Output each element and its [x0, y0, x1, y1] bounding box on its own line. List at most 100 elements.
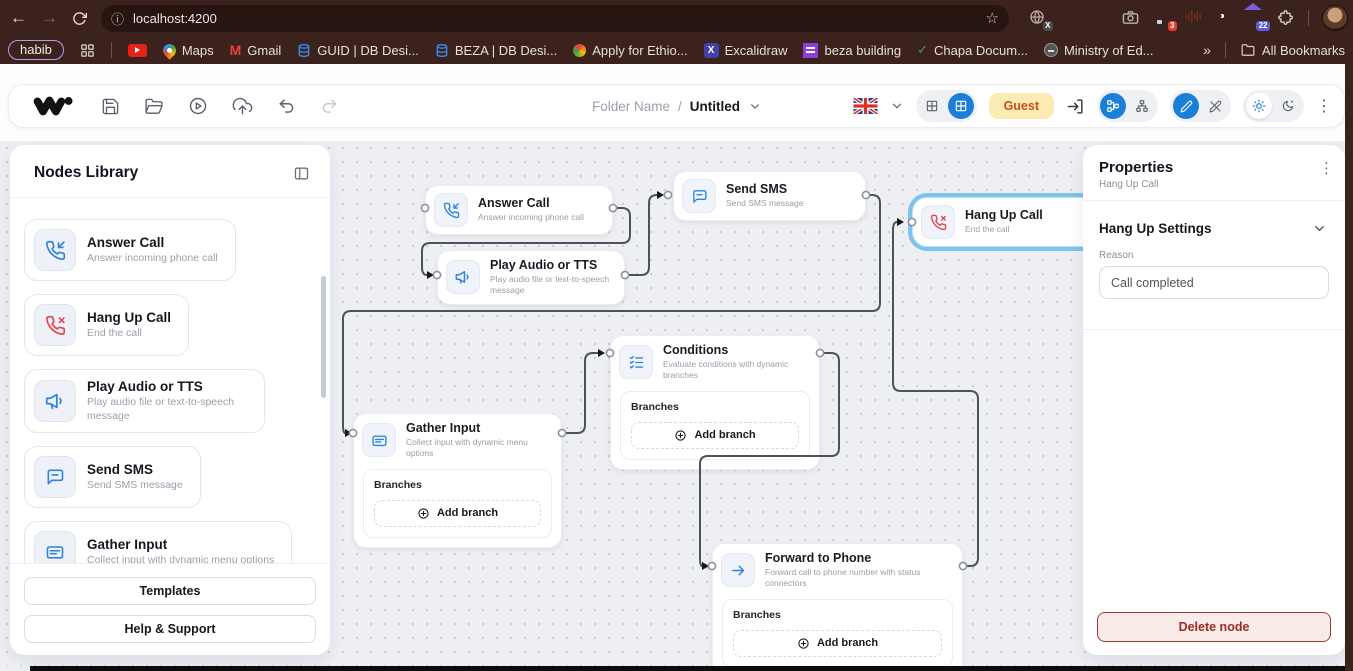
breadcrumb: Folder Name / Untitled	[592, 99, 761, 114]
bookmark-excalidraw[interactable]: XExcalidraw	[704, 43, 788, 58]
bookmark-maps[interactable]: Maps	[163, 43, 214, 58]
reason-input[interactable]	[1099, 266, 1329, 299]
bookmark-apply-ethio[interactable]: Apply for Ethio...	[573, 43, 687, 58]
app-logo	[33, 93, 75, 119]
collapse-panel-icon[interactable]	[293, 165, 310, 182]
home-badge: 22	[1256, 21, 1270, 31]
apply-icon	[573, 44, 586, 57]
node-answer-call[interactable]: Answer Call Answer incoming phone call	[425, 185, 613, 235]
chat-bubble-icon	[34, 456, 76, 498]
node-title: Conditions	[663, 343, 807, 357]
language-flag-icon[interactable]	[853, 98, 878, 114]
bookmark-youtube[interactable]	[128, 44, 147, 57]
tree-view-icon[interactable]	[1129, 93, 1155, 119]
sign-in-icon[interactable]	[1066, 97, 1085, 116]
dark-mode-moon-icon[interactable]	[1275, 93, 1301, 119]
add-branch-button[interactable]: Add branch	[631, 422, 799, 449]
node-conditions[interactable]: Conditions Evaluate conditions with dyna…	[610, 335, 820, 470]
node-subtitle: Send SMS message	[726, 198, 803, 209]
open-folder-icon[interactable]	[144, 97, 164, 116]
ministry-icon	[1044, 43, 1058, 57]
colorpicker-extension-icon[interactable]	[1091, 9, 1109, 27]
bookmark-ministry[interactable]: Ministry of Ed...	[1044, 43, 1154, 58]
database-icon	[297, 43, 311, 58]
back-icon[interactable]: ←	[10, 8, 27, 28]
app-header: Folder Name / Untitled Guest	[0, 64, 1345, 141]
properties-menu-icon[interactable]: ⋮	[1319, 159, 1331, 177]
node-forward-to-phone[interactable]: Forward to Phone Forward call to phone n…	[712, 543, 963, 666]
bookmark-chapa[interactable]: ✓Chapa Docum...	[917, 42, 1028, 58]
help-support-button[interactable]: Help & Support	[24, 615, 316, 643]
branches-label: Branches	[631, 401, 799, 413]
site-info-icon[interactable]: ⓘ	[111, 9, 124, 28]
phone-incoming-icon	[434, 193, 468, 227]
guest-badge[interactable]: Guest	[989, 93, 1054, 119]
library-item-play-audio[interactable]: Play Audio or TTS Play audio file or tex…	[24, 369, 265, 433]
ideas-extension-icon[interactable]: 3	[1153, 9, 1171, 27]
workflow-view-icon[interactable]	[1100, 93, 1126, 119]
redo-icon[interactable]	[320, 97, 339, 116]
add-branch-button[interactable]: Add branch	[374, 500, 541, 527]
database-icon	[435, 43, 449, 58]
language-chevron-icon[interactable]	[890, 99, 904, 113]
forward-icon[interactable]: →	[41, 8, 58, 28]
layout-toggle-group	[916, 90, 977, 122]
input-card-icon	[34, 531, 76, 563]
all-bookmarks-button[interactable]: All Bookmarks	[1240, 43, 1345, 58]
bookmark-habib[interactable]: habib	[8, 40, 64, 60]
library-item-answer-call[interactable]: Answer Call Answer incoming phone call	[24, 219, 236, 281]
purple-disc-extension-icon[interactable]	[1215, 9, 1233, 27]
node-subtitle: Play audio file or text-to-speech messag…	[490, 274, 612, 297]
folder-name-label[interactable]: Folder Name	[592, 99, 670, 114]
undo-icon[interactable]	[277, 97, 296, 116]
bookmark-guid-db[interactable]: GUID | DB Desi...	[297, 43, 419, 58]
node-subtitle: Forward call to phone number with status…	[765, 567, 950, 590]
megaphone-icon	[446, 260, 480, 294]
library-item-gather-input[interactable]: Gather Input Collect input with dynamic …	[24, 521, 292, 563]
library-item-hang-up-call[interactable]: Hang Up Call End the call	[24, 294, 189, 356]
file-chevron-down-icon[interactable]	[748, 100, 761, 113]
edit-mode-group	[1170, 90, 1231, 122]
screenshot-extension-icon[interactable]	[1122, 9, 1140, 27]
save-icon[interactable]	[101, 97, 120, 116]
address-bar[interactable]: ⓘ localhost:4200 ☆	[101, 5, 1009, 32]
apps-grid-icon[interactable]	[80, 43, 95, 58]
extensions-puzzle-icon[interactable]	[1277, 9, 1295, 27]
bookmark-gmail[interactable]: MGmail	[230, 42, 282, 58]
light-mode-sun-icon[interactable]	[1246, 93, 1272, 119]
checklist-icon	[619, 345, 653, 379]
no-edit-icon[interactable]	[1202, 93, 1228, 119]
copy-pages-extension-icon[interactable]	[1060, 9, 1078, 27]
node-subtitle: Answer incoming phone call	[478, 212, 584, 223]
run-flow-icon[interactable]	[188, 96, 208, 116]
bookmark-beza-building[interactable]: beza building	[803, 43, 901, 58]
home-extension-icon[interactable]: 22	[1246, 9, 1264, 27]
grid-view-active-icon[interactable]	[948, 93, 974, 119]
library-item-send-sms[interactable]: Send SMS Send SMS message	[24, 446, 201, 508]
library-scrollbar[interactable]	[321, 276, 326, 398]
node-play-audio[interactable]: Play Audio or TTS Play audio file or tex…	[437, 250, 625, 305]
file-name[interactable]: Untitled	[690, 99, 740, 114]
publish-cloud-icon[interactable]	[232, 96, 253, 116]
delete-node-button[interactable]: Delete node	[1097, 612, 1331, 642]
audio-extension-icon[interactable]	[1184, 9, 1202, 27]
bookmark-beza-db[interactable]: BEZA | DB Desi...	[435, 43, 557, 58]
url-text[interactable]: localhost:4200	[133, 11, 217, 26]
reload-icon[interactable]	[72, 11, 87, 26]
profile-avatar[interactable]	[1322, 5, 1348, 31]
node-send-sms[interactable]: Send SMS Send SMS message	[673, 171, 866, 221]
pencil-icon[interactable]	[1173, 93, 1199, 119]
node-subtitle: Collect input with dynamic menu options	[406, 437, 549, 460]
toolbar-menu-icon[interactable]: ⋮	[1316, 96, 1328, 116]
blocker-extension-icon[interactable]: X	[1029, 9, 1047, 27]
bookmarks-overflow-icon[interactable]: »	[1203, 42, 1211, 58]
node-gather-input[interactable]: Gather Input Collect input with dynamic …	[353, 413, 562, 548]
bookmark-star-icon[interactable]: ☆	[986, 9, 999, 27]
templates-button[interactable]: Templates	[24, 577, 316, 605]
hang-up-settings-section[interactable]: Hang Up Settings	[1083, 201, 1345, 236]
add-branch-button[interactable]: Add branch	[733, 630, 942, 657]
view-mode-group	[1097, 90, 1158, 122]
phone-x-icon	[34, 304, 76, 346]
section-chevron-down-icon[interactable]	[1312, 221, 1327, 236]
grid-view-icon[interactable]	[919, 93, 945, 119]
